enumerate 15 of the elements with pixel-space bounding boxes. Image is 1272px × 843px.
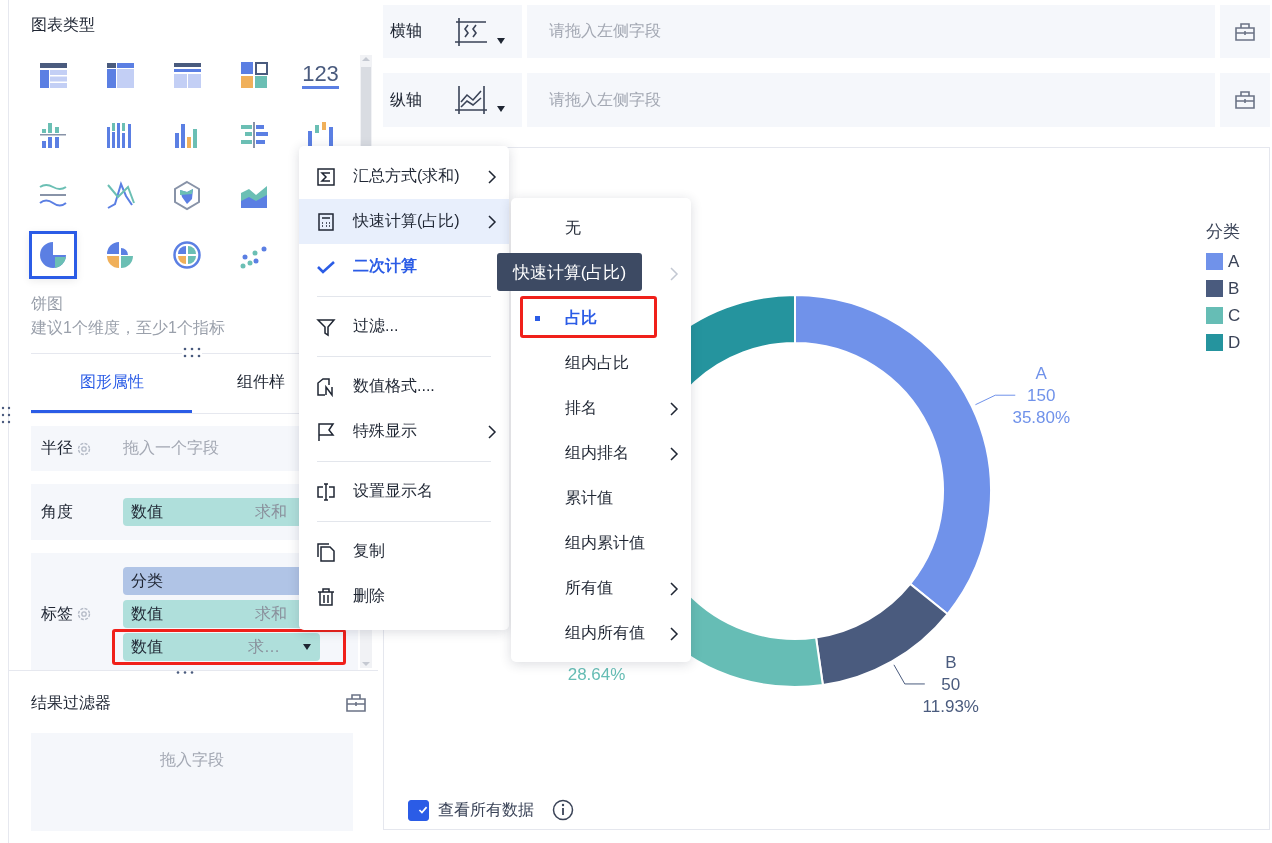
data-label: 28.64% bbox=[567, 665, 626, 685]
chart-type-hint: 建议1个维度，至少1个指标 bbox=[31, 319, 225, 336]
tooltip: 快速计算(占比) bbox=[497, 253, 642, 291]
chart-type-name: 饼图 bbox=[31, 295, 63, 312]
axis-label: 横轴 bbox=[390, 21, 423, 41]
data-label: A 150 35.80% bbox=[1012, 364, 1071, 428]
checkbox-label: 查看所有数据 bbox=[438, 799, 534, 820]
field-label: 标签 bbox=[41, 603, 73, 624]
section-title: 结果过滤器 bbox=[31, 692, 111, 713]
field-label: 半径 bbox=[41, 438, 73, 458]
section-title: 图表类型 bbox=[31, 16, 95, 33]
field-label: 角度 bbox=[41, 501, 73, 522]
data-label: B 50 11.93% bbox=[922, 652, 979, 716]
legend-title: 分类 bbox=[1206, 221, 1241, 243]
axis-label: 纵轴 bbox=[390, 89, 423, 110]
